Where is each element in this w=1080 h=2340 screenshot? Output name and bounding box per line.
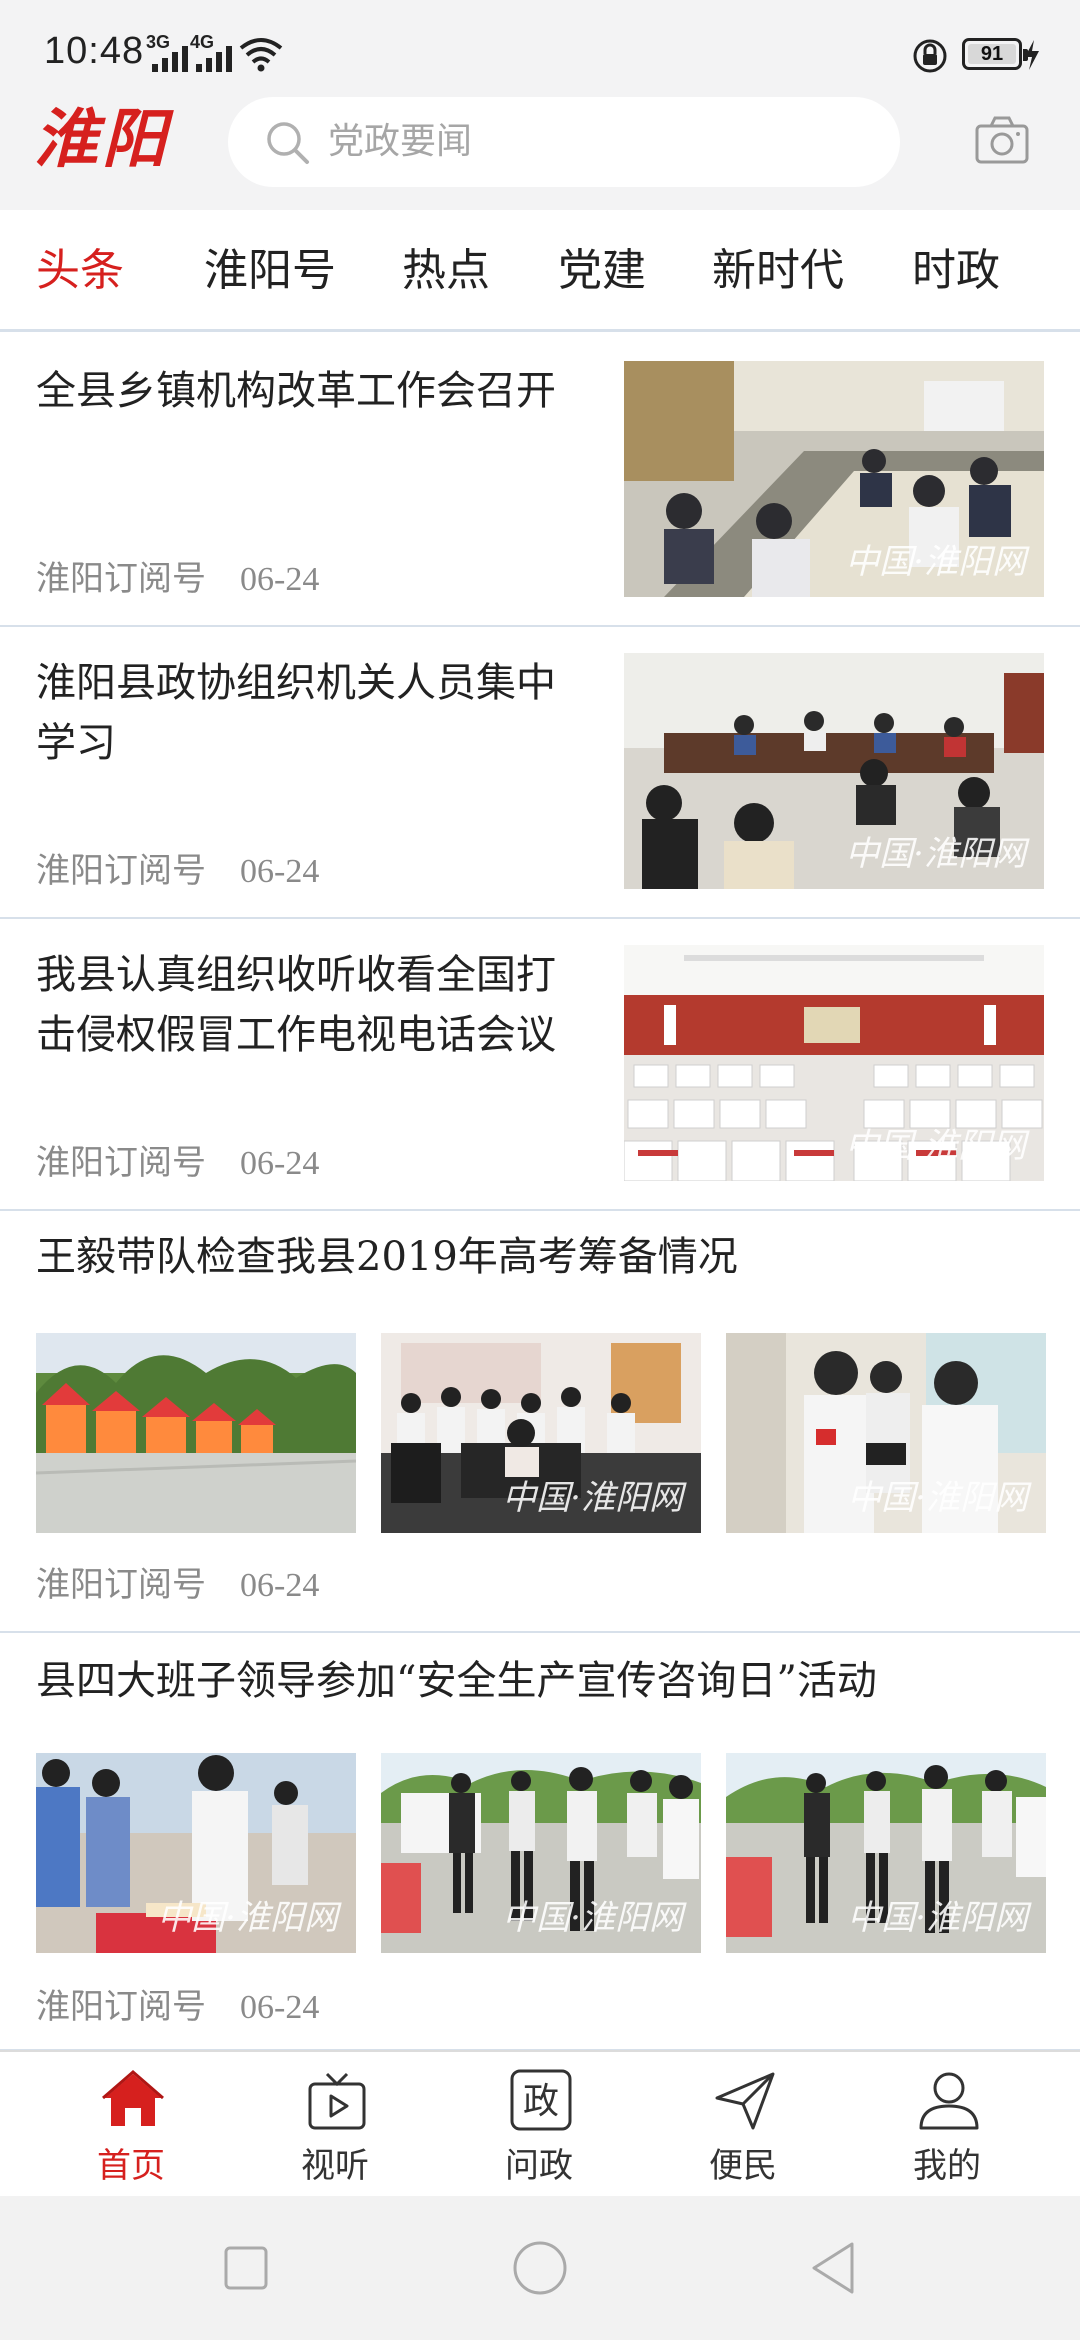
search-input[interactable]: 党政要闻 bbox=[228, 97, 900, 187]
news-meta: 淮阳订阅号 06-24 bbox=[36, 1979, 319, 2028]
nav-label: 视听 bbox=[301, 2146, 369, 2186]
news-date: 06-24 bbox=[240, 853, 320, 890]
watermark: 中国·淮阳网 bbox=[502, 1478, 683, 1518]
news-thumbnail: 中国·淮阳网 bbox=[726, 1753, 1046, 1953]
system-nav-bar bbox=[0, 2196, 1080, 2340]
watermark: 中国·淮阳网 bbox=[502, 1898, 683, 1938]
news-source: 淮阳订阅号 bbox=[36, 1987, 206, 2027]
back-icon[interactable] bbox=[804, 2238, 864, 2298]
news-title: 县四大班子领导参加“安全生产宣传咨询日”活动 bbox=[36, 1658, 877, 1704]
home-circle-icon[interactable] bbox=[510, 2238, 570, 2298]
news-meta: 淮阳订阅号 06-24 bbox=[36, 843, 319, 892]
nav-label: 我的 bbox=[913, 2146, 981, 2186]
news-source: 淮阳订阅号 bbox=[36, 1143, 206, 1183]
send-icon bbox=[715, 2072, 775, 2130]
news-title: 我县认真组织收听收看全国打 击侵权假冒工作电视电话会议 bbox=[36, 952, 556, 1058]
nav-profile[interactable]: 我的 bbox=[872, 2052, 1022, 2198]
news-item[interactable]: 全县乡镇机构改革工作会召开 淮阳订阅号 06-24 中国·淮阳网 bbox=[0, 335, 1080, 627]
tab-party-building[interactable]: 党建 bbox=[558, 210, 646, 332]
tab-hotspot[interactable]: 热点 bbox=[402, 210, 490, 332]
news-thumbnail: 中国·淮阳网 bbox=[624, 361, 1044, 597]
news-source: 淮阳订阅号 bbox=[36, 1565, 206, 1605]
news-date: 06-24 bbox=[240, 561, 320, 598]
camera-icon[interactable] bbox=[974, 114, 1030, 166]
news-thumbnail: 中国·淮阳网 bbox=[381, 1333, 701, 1533]
watermark: 中国·淮阳网 bbox=[845, 1126, 1026, 1166]
bottom-nav: 首页 视听 政 问政 便民 我的 bbox=[0, 2050, 1080, 2196]
svg-text:政: 政 bbox=[523, 2081, 559, 2122]
news-title: 淮阳县政协组织机关人员集中 学习 bbox=[36, 660, 556, 766]
tab-new-era[interactable]: 新时代 bbox=[712, 210, 844, 332]
watermark: 中国·淮阳网 bbox=[845, 542, 1026, 582]
tv-icon bbox=[308, 2072, 366, 2130]
news-thumbnail: 中国·淮阳网 bbox=[624, 653, 1044, 889]
news-thumbnail: 中国·淮阳网 bbox=[381, 1753, 701, 1953]
news-source: 淮阳订阅号 bbox=[36, 851, 206, 891]
news-date: 06-24 bbox=[240, 1989, 320, 2026]
nav-label: 便民 bbox=[709, 2146, 777, 2186]
home-icon bbox=[102, 2070, 164, 2126]
news-thumbnail: 中国·淮阳网 bbox=[726, 1333, 1046, 1533]
status-time: 10:48 bbox=[44, 30, 145, 72]
watermark: 中国·淮阳网 bbox=[157, 1898, 338, 1938]
news-source: 淮阳订阅号 bbox=[36, 559, 206, 599]
news-thumbnail bbox=[36, 1333, 356, 1533]
nav-services[interactable]: 便民 bbox=[668, 2052, 818, 2198]
nav-label: 问政 bbox=[505, 2146, 573, 2186]
watermark: 中国·淮阳网 bbox=[847, 1898, 1028, 1938]
app-logo: 淮阳 bbox=[34, 102, 170, 177]
news-item[interactable]: 县四大班子领导参加“安全生产宣传咨询日”活动 中国·淮阳网 中国·淮阳网 中国·… bbox=[0, 1633, 1080, 2051]
tab-toutiao[interactable]: 头条 bbox=[36, 210, 124, 332]
news-item[interactable]: 淮阳县政协组织机关人员集中 学习 淮阳订阅号 06-24 中国·淮阳网 bbox=[0, 627, 1080, 919]
news-meta: 淮阳订阅号 06-24 bbox=[36, 551, 319, 600]
tab-huaiyanghao[interactable]: 淮阳号 bbox=[204, 210, 336, 332]
news-meta: 淮阳订阅号 06-24 bbox=[36, 1557, 319, 1606]
nav-home[interactable]: 首页 bbox=[56, 2052, 206, 2198]
recent-apps-icon[interactable] bbox=[216, 2238, 276, 2298]
search-icon bbox=[267, 122, 309, 164]
news-thumbnail: 中国·淮阳网 bbox=[36, 1753, 356, 1953]
watermark: 中国·淮阳网 bbox=[845, 834, 1026, 874]
news-date: 06-24 bbox=[240, 1567, 320, 1604]
tab-politics[interactable]: 时政 bbox=[912, 210, 1000, 332]
rotation-lock-icon bbox=[913, 39, 947, 73]
nav-inquiry[interactable]: 政 问政 bbox=[464, 2052, 614, 2198]
news-title: 王毅带队检查我县2019年高考筹备情况 bbox=[36, 1234, 738, 1280]
wifi-icon bbox=[239, 38, 283, 72]
news-meta: 淮阳订阅号 06-24 bbox=[36, 1135, 319, 1184]
charging-icon bbox=[1025, 40, 1039, 70]
status-bar: 10:48 3G 4G 91 bbox=[0, 0, 1080, 100]
nav-media[interactable]: 视听 bbox=[260, 2052, 410, 2198]
user-icon bbox=[919, 2072, 979, 2130]
news-date: 06-24 bbox=[240, 1145, 320, 1182]
news-thumbnail: 中国·淮阳网 bbox=[624, 945, 1044, 1181]
news-item[interactable]: 我县认真组织收听收看全国打 击侵权假冒工作电视电话会议 淮阳订阅号 06-24 bbox=[0, 919, 1080, 1211]
news-item[interactable]: 王毅带队检查我县2019年高考筹备情况 中国·淮阳网 中国·淮阳网 淮阳订阅号 … bbox=[0, 1211, 1080, 1633]
nav-label: 首页 bbox=[97, 2146, 165, 2186]
signal-icon-2: 4G bbox=[190, 32, 244, 72]
category-tabs: 头条 淮阳号 热点 党建 新时代 时政 bbox=[0, 210, 1080, 332]
battery-icon: 91 bbox=[962, 38, 1028, 70]
zheng-icon: 政 bbox=[510, 2069, 572, 2131]
search-placeholder: 党政要闻 bbox=[328, 121, 473, 162]
news-title: 全县乡镇机构改革工作会召开 bbox=[36, 368, 556, 414]
watermark: 中国·淮阳网 bbox=[847, 1478, 1028, 1518]
